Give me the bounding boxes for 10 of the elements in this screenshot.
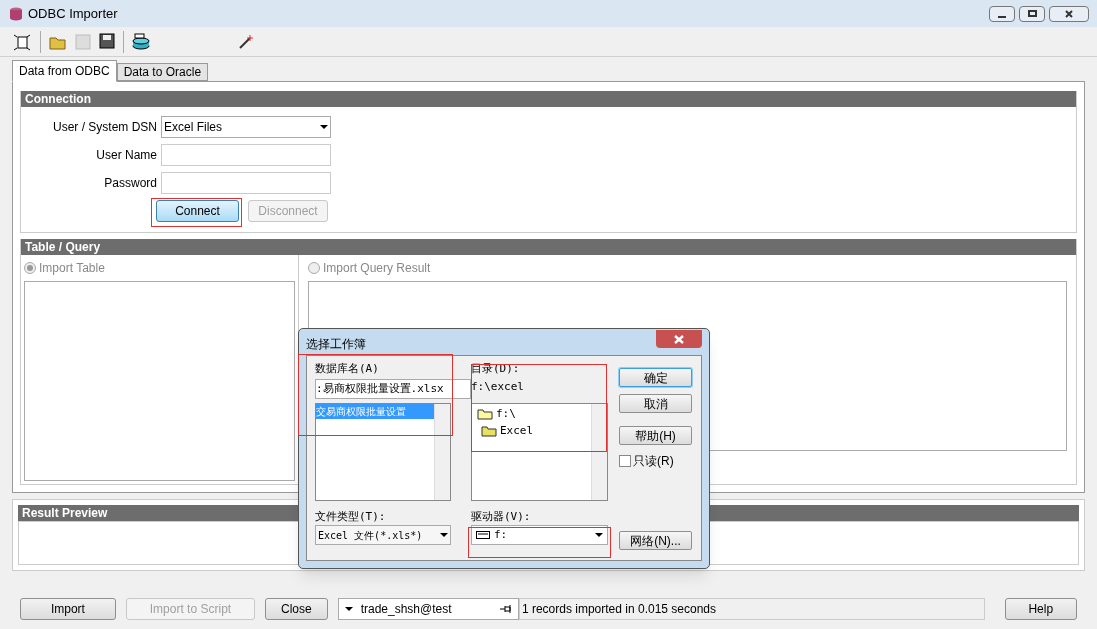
section-header: Table / Query bbox=[21, 239, 1076, 255]
field-label: 数据库名(A) bbox=[315, 361, 380, 377]
directory-path: f:\excel bbox=[471, 379, 525, 395]
field-label: User Name bbox=[95, 147, 157, 164]
dialog-title: 选择工作簿 bbox=[306, 336, 366, 353]
field-label: Password bbox=[103, 175, 157, 192]
field-label: User / System DSN bbox=[52, 119, 157, 136]
status-text: 1 records imported in 0.015 seconds bbox=[518, 598, 985, 620]
section-header: Connection bbox=[21, 91, 1076, 107]
window-title: ODBC Importer bbox=[28, 4, 118, 23]
